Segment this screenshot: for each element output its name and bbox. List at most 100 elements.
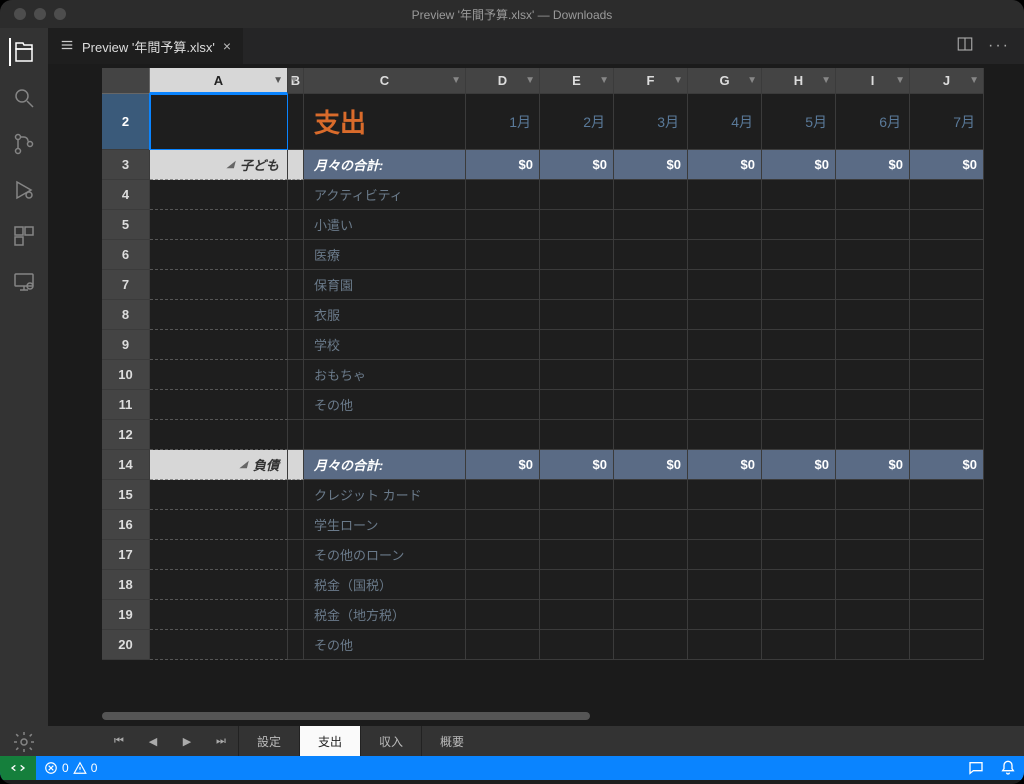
row-header[interactable]: 10 [102, 360, 150, 390]
cell[interactable] [614, 360, 688, 390]
scrollbar-thumb[interactable] [102, 712, 590, 720]
filter-icon[interactable]: ▼ [273, 75, 283, 86]
cell[interactable] [540, 300, 614, 330]
cell[interactable] [762, 420, 836, 450]
sheet-tab[interactable]: 収入 [360, 726, 421, 756]
row-header[interactable]: 8 [102, 300, 150, 330]
cell[interactable] [688, 510, 762, 540]
cell[interactable] [836, 600, 910, 630]
cell[interactable] [150, 630, 288, 660]
row-header[interactable]: 20 [102, 630, 150, 660]
cell[interactable] [288, 420, 304, 450]
cell[interactable] [910, 210, 984, 240]
line-item[interactable]: 税金（国税） [304, 570, 466, 600]
cell[interactable] [614, 510, 688, 540]
cell[interactable] [150, 360, 288, 390]
row-header[interactable]: 5 [102, 210, 150, 240]
subtotal-value[interactable]: $0 [688, 150, 762, 180]
subtotal-value[interactable]: $0 [466, 450, 540, 480]
cell[interactable] [540, 510, 614, 540]
cell[interactable] [150, 270, 288, 300]
cell[interactable] [688, 420, 762, 450]
cell[interactable] [688, 270, 762, 300]
cell[interactable] [688, 180, 762, 210]
cell[interactable] [466, 210, 540, 240]
cell[interactable] [288, 150, 304, 180]
active-cell[interactable] [150, 94, 288, 150]
cell[interactable] [540, 570, 614, 600]
cell[interactable] [614, 420, 688, 450]
column-header-i[interactable]: I▼ [836, 68, 910, 94]
month-header[interactable]: 6月 [836, 94, 910, 150]
cell[interactable] [540, 480, 614, 510]
cell[interactable] [762, 330, 836, 360]
cell[interactable] [540, 210, 614, 240]
cell[interactable] [288, 94, 304, 150]
row-header[interactable]: 14 [102, 450, 150, 480]
cell[interactable] [288, 450, 304, 480]
cell[interactable] [836, 570, 910, 600]
cell[interactable] [688, 360, 762, 390]
column-header-b[interactable]: B▼ [288, 68, 304, 94]
cell[interactable] [614, 240, 688, 270]
row-header[interactable]: 7 [102, 270, 150, 300]
month-header[interactable]: 7月 [910, 94, 984, 150]
notifications-bell-icon[interactable] [992, 760, 1024, 776]
cell[interactable] [288, 180, 304, 210]
collapse-caret-icon[interactable]: ◢ [227, 159, 234, 170]
line-item[interactable]: おもちゃ [304, 360, 466, 390]
cell[interactable] [304, 420, 466, 450]
cell[interactable] [150, 540, 288, 570]
explorer-icon[interactable] [9, 38, 37, 66]
cell[interactable] [762, 270, 836, 300]
filter-icon[interactable]: ▼ [599, 75, 609, 86]
close-window-icon[interactable] [14, 8, 26, 20]
cell[interactable] [688, 570, 762, 600]
cell[interactable] [540, 600, 614, 630]
row-header[interactable]: 6 [102, 240, 150, 270]
cell[interactable] [150, 480, 288, 510]
subtotal-value[interactable]: $0 [762, 150, 836, 180]
cell[interactable] [288, 360, 304, 390]
cell[interactable] [910, 480, 984, 510]
line-item[interactable]: クレジット カード [304, 480, 466, 510]
cell[interactable] [150, 390, 288, 420]
prev-sheet-icon[interactable]: ◀ [136, 726, 170, 756]
cell[interactable] [762, 510, 836, 540]
cell[interactable] [836, 210, 910, 240]
cell[interactable] [614, 600, 688, 630]
cell[interactable] [762, 480, 836, 510]
month-header[interactable]: 1月 [466, 94, 540, 150]
subtotal-label[interactable]: 月々の合計: [304, 450, 466, 480]
cell[interactable] [150, 600, 288, 630]
column-header-d[interactable]: D▼ [466, 68, 540, 94]
minimize-window-icon[interactable] [34, 8, 46, 20]
cell[interactable] [288, 540, 304, 570]
cell[interactable] [688, 210, 762, 240]
cell[interactable] [688, 390, 762, 420]
cell[interactable] [614, 330, 688, 360]
row-header[interactable]: 18 [102, 570, 150, 600]
cell[interactable] [288, 600, 304, 630]
subtotal-value[interactable]: $0 [836, 450, 910, 480]
column-header-f[interactable]: F▼ [614, 68, 688, 94]
sheet-tab[interactable]: 支出 [299, 726, 360, 756]
cell[interactable] [910, 240, 984, 270]
month-header[interactable]: 2月 [540, 94, 614, 150]
feedback-icon[interactable] [960, 760, 992, 776]
cell[interactable] [688, 540, 762, 570]
split-editor-icon[interactable] [956, 35, 974, 58]
cell[interactable] [688, 240, 762, 270]
cell[interactable] [614, 300, 688, 330]
cell[interactable] [150, 510, 288, 540]
cell[interactable] [836, 480, 910, 510]
cell[interactable] [910, 300, 984, 330]
next-sheet-icon[interactable]: ▶ [170, 726, 204, 756]
extensions-icon[interactable] [10, 222, 38, 250]
filter-icon[interactable]: ▼ [747, 75, 757, 86]
filter-icon[interactable]: ▼ [451, 75, 461, 86]
cell[interactable] [540, 390, 614, 420]
cell[interactable] [614, 540, 688, 570]
month-header[interactable]: 5月 [762, 94, 836, 150]
row-header[interactable]: 15 [102, 480, 150, 510]
